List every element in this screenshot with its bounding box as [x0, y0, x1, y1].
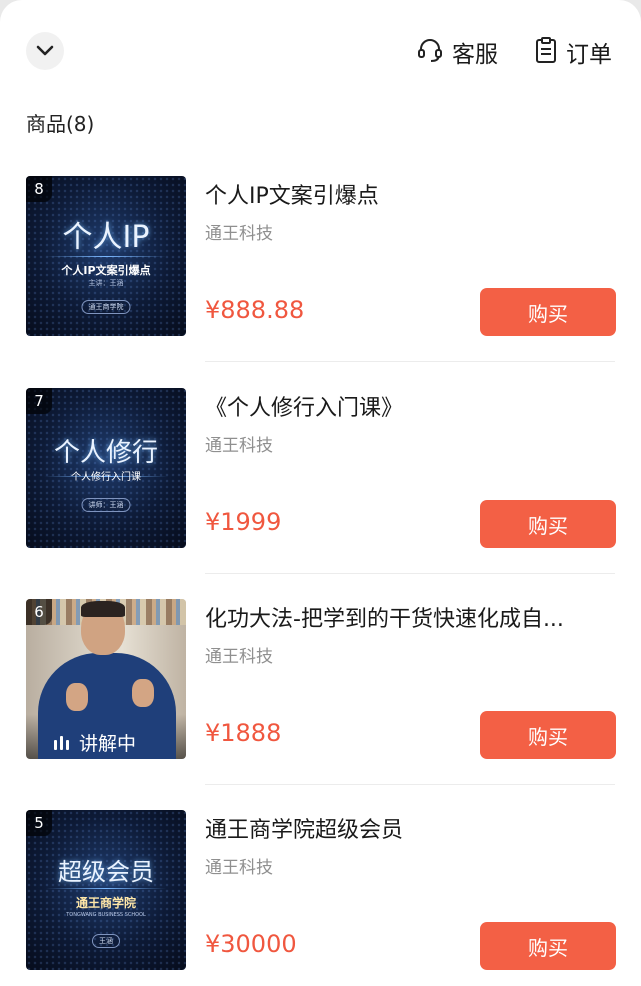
- product-thumbnail[interactable]: 7 个人修行 个人修行入门课 讲师：王涵: [26, 388, 186, 548]
- item-divider: [205, 361, 615, 362]
- item-divider: [205, 784, 615, 785]
- collapse-button[interactable]: [26, 32, 64, 70]
- shop-name: 通王科技: [205, 858, 273, 878]
- orders-button[interactable]: 订单: [534, 34, 612, 70]
- product-price: ¥1999: [205, 508, 282, 536]
- product-title[interactable]: 化功大法-把学到的干货快速化成自...: [205, 601, 615, 633]
- product-thumbnail[interactable]: 5 超级会员 通王商学院 TONGWANG BUSINESS SCHOOL 王涵: [26, 810, 186, 970]
- thumbnail-headline: 个人IP: [62, 220, 150, 255]
- headset-icon: [416, 36, 444, 68]
- product-item[interactable]: 5 超级会员 通王商学院 TONGWANG BUSINESS SCHOOL 王涵…: [0, 810, 641, 986]
- live-label: 讲解中: [79, 733, 137, 755]
- product-item[interactable]: 8 个人IP 个人IP文案引爆点 主讲：王涵 通王商学院 个人IP文案引爆点 通…: [0, 176, 641, 388]
- buy-button[interactable]: 购买: [480, 288, 616, 336]
- product-rank: 7: [26, 388, 52, 414]
- orders-label: 订单: [566, 42, 612, 68]
- product-rank: 8: [26, 176, 52, 202]
- thumbnail-subtitle: 个人IP文案引爆点: [61, 264, 151, 277]
- thumbnail-tag: 讲师：王涵: [81, 498, 131, 512]
- shop-name: 通王科技: [205, 224, 273, 244]
- customer-service-label: 客服: [452, 42, 498, 68]
- product-price: ¥1888: [205, 719, 282, 747]
- thumbnail-subtitle: 通王商学院: [75, 896, 136, 910]
- product-thumbnail[interactable]: 8 个人IP 个人IP文案引爆点 主讲：王涵 通王商学院: [26, 176, 186, 336]
- thumbnail-caption: TONGWANG BUSINESS SCHOOL: [66, 912, 146, 918]
- buy-button[interactable]: 购买: [480, 711, 616, 759]
- product-thumbnail[interactable]: 6 讲解中: [26, 599, 186, 759]
- product-price: ¥30000: [205, 930, 297, 958]
- thumbnail-headline: 超级会员: [58, 858, 154, 886]
- shop-name: 通王科技: [205, 436, 273, 456]
- product-rank: 5: [26, 810, 52, 836]
- thumbnail-subtitle: 个人修行入门课: [71, 472, 141, 483]
- shop-name: 通王科技: [205, 647, 273, 667]
- product-item[interactable]: 6 讲解中 化功大法-把学到的干货快速化成自... 通王科技 ¥1888 购买: [0, 599, 641, 811]
- section-title: 商品(8): [26, 112, 95, 136]
- product-price: ¥888.88: [205, 296, 305, 324]
- thumbnail-caption: 主讲：王涵: [88, 279, 124, 287]
- product-rank: 6: [26, 599, 52, 625]
- buy-button[interactable]: 购买: [480, 922, 616, 970]
- thumbnail-headline: 个人修行: [53, 438, 158, 468]
- clipboard-icon: [534, 36, 558, 68]
- chevron-down-icon: [36, 42, 54, 61]
- customer-service-button[interactable]: 客服: [416, 34, 498, 70]
- product-title[interactable]: 通王商学院超级会员: [205, 812, 615, 844]
- live-bars-icon: [54, 735, 69, 750]
- buy-button[interactable]: 购买: [480, 500, 616, 548]
- item-divider: [205, 573, 615, 574]
- thumbnail-tag: 通王商学院: [81, 300, 131, 314]
- thumbnail-tag: 王涵: [92, 934, 120, 948]
- product-item[interactable]: 7 个人修行 个人修行入门课 讲师：王涵 《个人修行入门课》 通王科技 ¥199…: [0, 388, 641, 600]
- product-list-sheet: 客服 订单 商品(8) 8 个人IP 个人IP文案引爆点 主讲：王涵 通王商学院…: [0, 0, 641, 986]
- product-title[interactable]: 《个人修行入门课》: [205, 390, 615, 422]
- live-badge: 讲解中: [54, 729, 136, 756]
- product-title[interactable]: 个人IP文案引爆点: [205, 178, 615, 210]
